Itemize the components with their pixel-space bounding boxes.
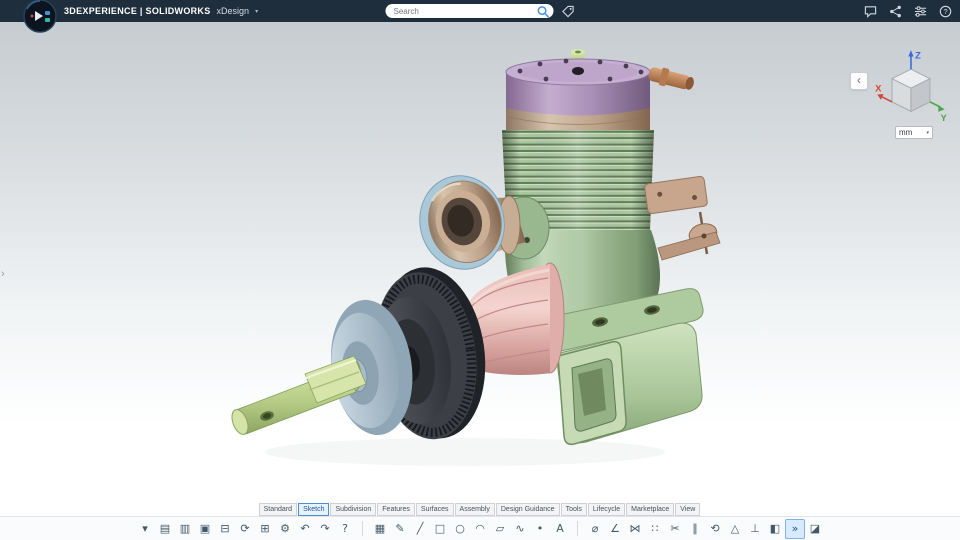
text-tool-icon[interactable]: A (550, 519, 570, 539)
help-circle-icon[interactable]: ? (335, 519, 355, 539)
point-tool-icon[interactable]: • (530, 519, 550, 539)
compass-logo[interactable] (22, 0, 58, 35)
main-toolbar: ▾▤▥▣⊟⟳⊞⚙↶↷? ▦✎╱□○◠▱∿•A ⌀∠⋈∷✂∥⟲△⊥◧»◪ (0, 516, 960, 540)
tab-subdivision[interactable]: Subdivision (330, 503, 376, 516)
engine-model[interactable] (0, 22, 960, 503)
split-view-icon[interactable]: ◧ (765, 519, 785, 539)
mirror-tool-icon[interactable]: ⋈ (625, 519, 645, 539)
convert-entities-icon[interactable]: ⟲ (705, 519, 725, 539)
viewport-3d[interactable]: ‹ Z X Y mm ▾ › (0, 22, 960, 503)
sync-icon[interactable]: ⟳ (235, 519, 255, 539)
toolbar-sketch-group: ▦✎╱□○◠▱∿•A (370, 519, 570, 539)
chevron-down-icon: ▾ (926, 130, 929, 136)
app-switcher[interactable]: xDesign (217, 6, 250, 16)
view-cube-icon[interactable]: Z X Y (874, 46, 950, 124)
units-dropdown[interactable]: mm ▾ (895, 126, 933, 139)
tab-assembly[interactable]: Assembly (455, 503, 495, 516)
messages-icon[interactable] (864, 5, 877, 18)
polygon-tool-icon[interactable]: △ (725, 519, 745, 539)
offset-tool-icon[interactable]: ∥ (685, 519, 705, 539)
ribbon-tabbar: Standard Sketch Subdivision Features Sur… (0, 503, 960, 516)
undo-icon[interactable]: ↶ (295, 519, 315, 539)
search-box[interactable] (386, 4, 554, 18)
axis-z-label: Z (915, 51, 921, 62)
print-icon[interactable]: ⊟ (215, 519, 235, 539)
constraint-tool-icon[interactable]: ⊥ (745, 519, 765, 539)
tab-view[interactable]: View (675, 503, 700, 516)
instant2d-icon[interactable]: » (785, 519, 805, 539)
topbar: 3DEXPERIENCE | SOLIDWORKS xDesign ▾ (0, 0, 960, 22)
spline-tool-icon[interactable]: ∿ (510, 519, 530, 539)
sketch-grid-icon[interactable]: ▦ (370, 519, 390, 539)
toolbar-file-group: ▾▤▥▣⊟⟳⊞⚙↶↷? (135, 519, 355, 539)
toolbar-overflow-caret[interactable]: ▾ (135, 519, 155, 539)
tag-icon[interactable] (562, 5, 575, 18)
diameter-dimension-icon[interactable]: ⌀ (585, 519, 605, 539)
copy-icon[interactable]: ▥ (175, 519, 195, 539)
sketch-panel-icon[interactable]: ◪ (805, 519, 825, 539)
arc-tool-icon[interactable]: ◠ (470, 519, 490, 539)
compass-icon (22, 0, 58, 35)
toolbar-separator (577, 521, 578, 536)
angle-dimension-icon[interactable]: ∠ (605, 519, 625, 539)
app-window: 3DEXPERIENCE | SOLIDWORKS xDesign ▾ (0, 0, 960, 540)
tab-surfaces[interactable]: Surfaces (416, 503, 454, 516)
pencil-icon[interactable]: ✎ (390, 519, 410, 539)
tab-lifecycle[interactable]: Lifecycle (588, 503, 625, 516)
save-icon[interactable]: ▣ (195, 519, 215, 539)
tab-tools[interactable]: Tools (561, 503, 587, 516)
tab-design-guidance[interactable]: Design Guidance (496, 503, 560, 516)
toolbar-separator (362, 521, 363, 536)
view-panel-collapse-button[interactable]: ‹ (850, 72, 868, 90)
tab-features[interactable]: Features (377, 503, 415, 516)
rectangle-tool-icon[interactable]: □ (430, 519, 450, 539)
units-value: mm (899, 128, 912, 137)
line-tool-icon[interactable]: ╱ (410, 519, 430, 539)
toolbar-modify-group: ⌀∠⋈∷✂∥⟲△⊥◧»◪ (585, 519, 825, 539)
slot-tool-icon[interactable]: ▱ (490, 519, 510, 539)
tab-marketplace[interactable]: Marketplace (626, 503, 674, 516)
left-panel-expand-chevron[interactable]: › (1, 268, 5, 280)
pattern-tool-icon[interactable]: ∷ (645, 519, 665, 539)
help-icon[interactable]: ? (939, 5, 952, 18)
settings-gear-icon[interactable]: ⚙ (275, 519, 295, 539)
share-icon[interactable] (889, 5, 902, 18)
import-icon[interactable]: ▤ (155, 519, 175, 539)
brand-title: 3DEXPERIENCE | SOLIDWORKS (64, 6, 211, 16)
svg-text:?: ? (943, 7, 947, 16)
chevron-down-icon[interactable]: ▾ (255, 8, 258, 15)
search-icon[interactable] (537, 5, 550, 18)
table-icon[interactable]: ⊞ (255, 519, 275, 539)
tab-sketch[interactable]: Sketch (298, 503, 329, 516)
search-input[interactable] (394, 7, 537, 16)
settings-sliders-icon[interactable] (914, 5, 927, 18)
trim-tool-icon[interactable]: ✂ (665, 519, 685, 539)
axis-x-label: X (875, 83, 882, 94)
axis-y-label: Y (940, 113, 947, 124)
view-cube[interactable]: Z X Y (874, 46, 950, 124)
tab-standard[interactable]: Standard (259, 503, 297, 516)
redo-icon[interactable]: ↷ (315, 519, 335, 539)
circle-tool-icon[interactable]: ○ (450, 519, 470, 539)
